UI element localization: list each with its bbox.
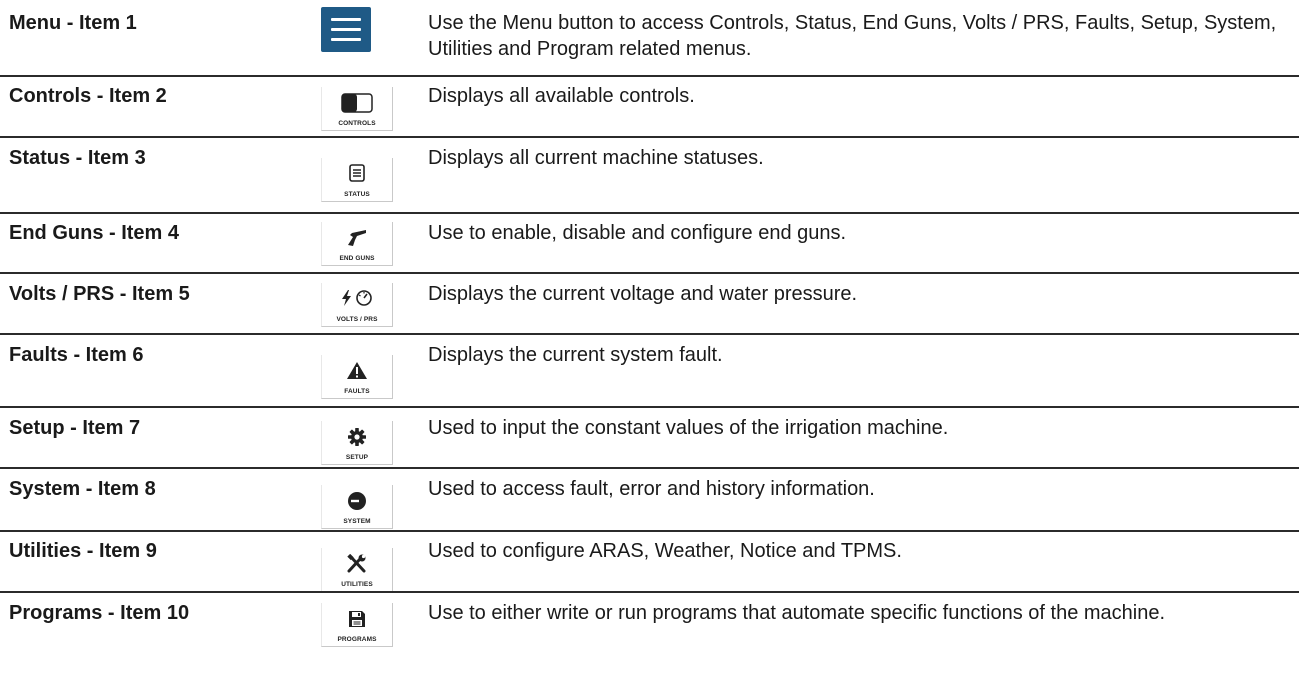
row-label-setup: Setup - Item 7	[9, 417, 141, 439]
icon-caption: FAULTS	[344, 388, 370, 395]
icon-caption: SETUP	[345, 454, 369, 461]
icon-caption: PROGRAMS	[337, 636, 377, 643]
row-divider	[0, 75, 1299, 77]
row-divider	[0, 591, 1299, 593]
save-disk-icon	[349, 611, 365, 627]
icon-caption: SYSTEM	[343, 518, 371, 525]
warning-icon	[347, 362, 367, 379]
end-guns-icon-tile: END GUNS	[321, 222, 393, 266]
row-description-volts-prs: Displays the current voltage and water p…	[428, 283, 858, 305]
setup-icon-tile: SETUP	[321, 421, 393, 465]
row-description-programs: Use to either write or run programs that…	[428, 602, 1166, 624]
row-description-end-guns: Use to enable, disable and configure end…	[428, 222, 847, 244]
bolt-gauge-icon	[342, 290, 372, 306]
toggle-switch-icon	[341, 93, 373, 113]
system-icon	[348, 492, 366, 510]
row-label-faults: Faults - Item 6	[9, 344, 144, 366]
row-label-status: Status - Item 3	[9, 147, 146, 169]
row-label-volts-prs: Volts / PRS - Item 5	[9, 283, 190, 305]
row-label-controls: Controls - Item 2	[9, 85, 167, 107]
row-divider	[0, 406, 1299, 408]
row-description-utilities: Used to configure ARAS, Weather, Notice …	[428, 540, 902, 562]
row-divider	[0, 333, 1299, 335]
row-description-status: Displays all current machine statuses.	[428, 147, 764, 169]
programs-icon-tile: PROGRAMS	[321, 603, 393, 647]
hamburger-bar	[331, 38, 361, 41]
row-description-system: Used to access fault, error and history …	[428, 478, 875, 500]
icon-caption: UTILITIES	[341, 581, 373, 588]
tools-icon	[347, 554, 366, 573]
end-gun-icon	[348, 230, 366, 246]
icon-caption: STATUS	[344, 191, 370, 198]
row-divider	[0, 272, 1299, 274]
hamburger-bar	[331, 28, 361, 31]
row-description-menu: Use the Menu button to access Controls, …	[428, 12, 1277, 60]
row-divider	[0, 530, 1299, 532]
status-icon-tile: STATUS	[321, 158, 393, 202]
gear-icon	[348, 428, 366, 446]
list-icon	[349, 164, 365, 182]
row-label-end-guns: End Guns - Item 4	[9, 222, 180, 244]
icon-caption: VOLTS / PRS	[336, 316, 378, 323]
controls-icon-tile: CONTROLS	[321, 87, 393, 131]
row-description-setup: Used to input the constant values of the…	[428, 417, 949, 439]
icon-caption: END GUNS	[339, 255, 375, 262]
row-divider	[0, 136, 1299, 138]
row-divider	[0, 467, 1299, 469]
row-divider	[0, 212, 1299, 214]
row-label-menu: Menu - Item 1	[9, 12, 137, 34]
hamburger-bar	[331, 18, 361, 21]
row-description-faults: Displays the current system fault.	[428, 344, 723, 366]
row-label-utilities: Utilities - Item 9	[9, 540, 157, 562]
utilities-icon-tile: UTILITIES	[321, 548, 393, 592]
system-icon-tile: SYSTEM	[321, 485, 393, 529]
row-label-system: System - Item 8	[9, 478, 156, 500]
menu-button	[321, 7, 371, 52]
faults-icon-tile: FAULTS	[321, 355, 393, 399]
row-label-programs: Programs - Item 10	[9, 602, 190, 624]
volts-prs-icon-tile: VOLTS / PRS	[321, 283, 393, 327]
row-description-controls: Displays all available controls.	[428, 85, 695, 107]
icon-caption: CONTROLS	[338, 120, 376, 127]
